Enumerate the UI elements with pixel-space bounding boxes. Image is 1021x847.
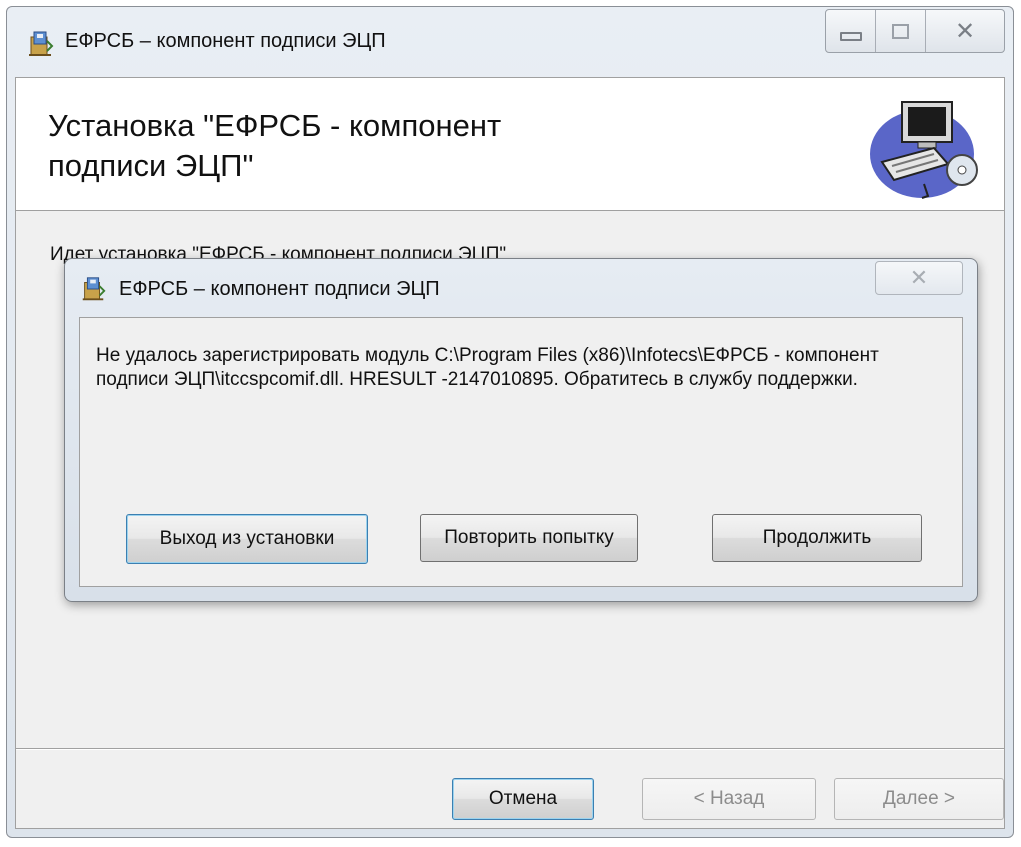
cancel-button[interactable]: Отмена [452,778,594,820]
error-message: Не удалось зарегистрировать модуль C:\Pr… [96,345,879,390]
footer-divider [16,748,1004,750]
next-button[interactable]: Далее > [834,778,1004,820]
maximize-icon [892,23,909,39]
dialog-body: Не удалось зарегистрировать модуль C:\Pr… [79,317,963,587]
minimize-button[interactable] [826,10,876,52]
dialog-title: ЕФРСБ – компонент подписи ЭЦП [119,278,440,300]
close-icon: ✕ [909,265,929,290]
header-banner: Установка "ЕФРСБ - компонент подписи ЭЦП… [16,78,1004,211]
error-dialog: ЕФРСБ – компонент подписи ЭЦП ✕ Не удало… [64,258,978,602]
dialog-close-button[interactable]: ✕ [875,261,963,295]
page-title: Установка "ЕФРСБ - компонент подписи ЭЦП… [48,106,668,186]
retry-button[interactable]: Повторить попытку [420,514,638,562]
minimize-icon [839,31,862,41]
close-button[interactable]: ✕ [926,10,1004,52]
abort-install-button[interactable]: Выход из установки [126,514,368,564]
title-bar[interactable]: ЕФРСБ – компонент подписи ЭЦП ✕ [7,7,1013,77]
window-title: ЕФРСБ – компонент подписи ЭЦП [65,30,386,52]
computer-with-disc-icon [870,101,978,199]
installer-box-icon [29,31,54,56]
continue-button[interactable]: Продолжить [712,514,922,562]
maximize-button[interactable] [876,10,926,52]
back-button[interactable]: < Назад [642,778,816,820]
page-title-line-1: Установка "ЕФРСБ - компонент [48,108,502,143]
close-icon: ✕ [954,17,976,45]
installer-box-icon [82,277,106,301]
page-title-line-2: подписи ЭЦП" [48,148,254,183]
caption-buttons: ✕ [825,9,1005,53]
